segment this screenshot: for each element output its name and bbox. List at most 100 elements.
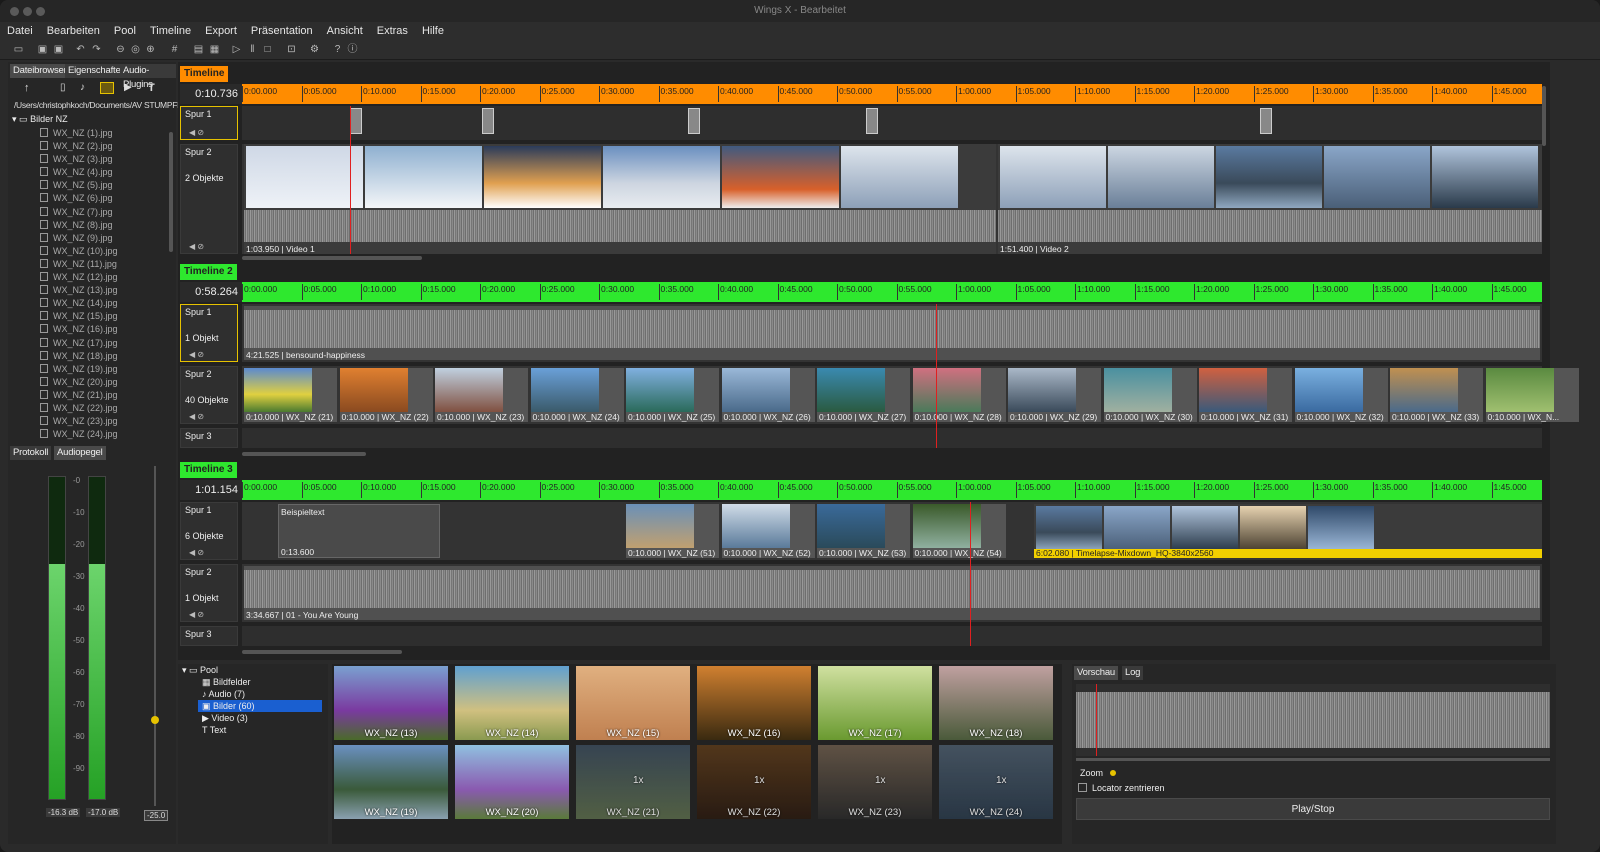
- menu-pool[interactable]: Pool: [107, 22, 143, 40]
- pool-thumbnail[interactable]: WX_NZ (15): [576, 666, 690, 740]
- file-row[interactable]: WX_NZ (21).jpg: [40, 389, 198, 402]
- timeline-2-ruler[interactable]: 0:00.000 0:05.000 0:10.000 0:15.000 0:20.000…: [242, 282, 1542, 302]
- pool-root[interactable]: ▾ ▭ Pool: [178, 664, 328, 676]
- image-clip[interactable]: 0:10.000 | WX_NZ (23): [435, 368, 528, 422]
- tab-vorschau[interactable]: Vorschau: [1074, 666, 1119, 680]
- t2-track-1-header[interactable]: Spur 1 1 Objekt ◀ ⊘: [180, 304, 238, 362]
- pause-marker-icon[interactable]: [482, 108, 494, 134]
- file-list-scrollbar[interactable]: [169, 132, 173, 252]
- stop-frame-icon[interactable]: ▦: [208, 43, 221, 56]
- file-row[interactable]: WX_NZ (5).jpg: [40, 179, 198, 192]
- redo-icon[interactable]: ↷: [90, 43, 103, 56]
- file-row[interactable]: WX_NZ (1).jpg: [40, 127, 198, 140]
- tab-protokoll[interactable]: Protokoll: [10, 446, 52, 460]
- file-row[interactable]: WX_NZ (14).jpg: [40, 297, 198, 310]
- t2-track-2-lane[interactable]: 0:10.000 | WX_NZ (21) 0:10.000 | WX_NZ (2…: [242, 366, 1579, 424]
- file-row[interactable]: WX_NZ (7).jpg: [40, 206, 198, 219]
- settings-icon[interactable]: ⚙: [308, 43, 321, 56]
- file-row[interactable]: WX_NZ (4).jpg: [40, 166, 198, 179]
- mute-icon[interactable]: ◀ ⊘: [189, 610, 204, 619]
- file-row[interactable]: WX_NZ (22).jpg: [40, 402, 198, 415]
- image-clip[interactable]: 0:10.000 | WX_NZ (21): [244, 368, 337, 422]
- file-row[interactable]: WX_NZ (17).jpg: [40, 337, 198, 350]
- tab-dateibrowser[interactable]: Dateibrowser: [10, 64, 70, 78]
- main-scrollbar[interactable]: [1542, 86, 1546, 146]
- video-filter-icon[interactable]: ▶: [124, 82, 132, 93]
- menu-timeline[interactable]: Timeline: [143, 22, 198, 40]
- pool-thumbnail[interactable]: 1x WX_NZ (21): [576, 745, 690, 819]
- menu-bearbeiten[interactable]: Bearbeiten: [40, 22, 107, 40]
- close-icon[interactable]: [10, 7, 19, 16]
- t3-track-3-header[interactable]: Spur 3: [180, 626, 238, 646]
- t2-track-3-header[interactable]: Spur 3: [180, 428, 238, 448]
- text-filter-icon[interactable]: T: [148, 82, 155, 94]
- file-row[interactable]: WX_NZ (3).jpg: [40, 153, 198, 166]
- image-clip[interactable]: 0:10.000 | WX_NZ (52): [721, 504, 815, 558]
- locator-center-checkbox[interactable]: [1078, 783, 1087, 792]
- t1-track-2-header[interactable]: Spur 2 2 Objekte ◀ ⊘: [180, 144, 238, 254]
- t1-track-1-lane[interactable]: [242, 106, 1542, 140]
- file-row[interactable]: WX_NZ (11).jpg: [40, 258, 198, 271]
- file-row[interactable]: WX_NZ (13).jpg: [40, 284, 198, 297]
- play-icon[interactable]: ▷: [230, 43, 243, 56]
- pool-item[interactable]: ▶ Video (3): [178, 712, 328, 724]
- pool-thumbnail[interactable]: WX_NZ (16): [697, 666, 811, 740]
- playhead[interactable]: [970, 502, 971, 646]
- save-all-icon[interactable]: ▣: [52, 43, 65, 56]
- mute-icon[interactable]: ◀ ⊘: [189, 128, 204, 137]
- timeline-1-tab[interactable]: Timeline: [180, 66, 229, 82]
- menu-ansicht[interactable]: Ansicht: [320, 22, 370, 40]
- image-clip[interactable]: 0:10.000 | WX_NZ (53): [817, 504, 910, 558]
- save-icon[interactable]: ▣: [36, 43, 49, 56]
- t2-track-3-lane[interactable]: [242, 428, 1542, 448]
- playhead[interactable]: [350, 106, 351, 254]
- play-stop-button[interactable]: Play/Stop: [1076, 798, 1550, 820]
- preview-scrollbar[interactable]: [1076, 758, 1550, 761]
- preview-locator[interactable]: [1096, 684, 1097, 756]
- timeline-3-tab[interactable]: Timeline 3: [180, 462, 237, 478]
- audio-clip[interactable]: 4:21.525 | bensound-happiness: [244, 306, 1540, 360]
- image-clip[interactable]: 0:10.000 | WX_N...: [1485, 368, 1579, 422]
- tab-audio-plugins[interactable]: Audio-Plugins: [120, 64, 176, 90]
- menu-export[interactable]: Export: [198, 22, 244, 40]
- image-clip[interactable]: 0:10.000 | WX_NZ (54): [912, 504, 1006, 558]
- pool-thumbnail[interactable]: 1x WX_NZ (24): [939, 745, 1053, 819]
- image-clip[interactable]: 0:10.000 | WX_NZ (51): [626, 504, 719, 558]
- image-clip[interactable]: 0:10.000 | WX_NZ (22): [339, 368, 433, 422]
- pool-thumbnail[interactable]: WX_NZ (17): [818, 666, 932, 740]
- t2-track-1-lane[interactable]: 4:21.525 | bensound-happiness: [242, 304, 1542, 362]
- timeline-1-ruler[interactable]: 0:00.000 0:05.000 0:10.000 0:15.000 0:20.000…: [242, 84, 1542, 104]
- minimize-icon[interactable]: [23, 7, 32, 16]
- file-row[interactable]: WX_NZ (20).jpg: [40, 376, 198, 389]
- image-clip[interactable]: 0:10.000 | WX_NZ (30): [1103, 368, 1197, 422]
- timeline-1-scrollbar[interactable]: [242, 256, 422, 260]
- t1-track-2-lane[interactable]: 1:03.950 | Video 1 1:51.400 | Video 2: [242, 144, 1542, 254]
- file-row[interactable]: WX_NZ (15).jpg: [40, 310, 198, 323]
- mute-icon[interactable]: ◀ ⊘: [189, 548, 204, 557]
- pool-item[interactable]: ▦ Bildfelder: [178, 676, 328, 688]
- file-row[interactable]: WX_NZ (23).jpg: [40, 415, 198, 428]
- master-level-value[interactable]: -25.0: [144, 810, 169, 821]
- video-clip[interactable]: 1:51.400 | Video 2: [998, 144, 1542, 254]
- image-clip[interactable]: 0:10.000 | WX_NZ (26): [721, 368, 815, 422]
- timeline-2-tab[interactable]: Timeline 2: [180, 264, 237, 280]
- image-clip[interactable]: 0:10.000 | WX_NZ (33): [1390, 368, 1483, 422]
- jump-marker-icon[interactable]: [866, 108, 878, 134]
- stop-icon[interactable]: □: [261, 43, 274, 56]
- image-clip[interactable]: 0:10.000 | WX_NZ (29): [1008, 368, 1101, 422]
- playhead[interactable]: [936, 304, 937, 448]
- undo-icon[interactable]: ↶: [74, 43, 87, 56]
- image-clip[interactable]: 0:10.000 | WX_NZ (25): [626, 368, 719, 422]
- mute-icon[interactable]: ◀ ⊘: [189, 242, 204, 251]
- mute-icon[interactable]: ◀ ⊘: [189, 350, 204, 359]
- zoom-slider-handle[interactable]: [1110, 770, 1116, 776]
- t3-track-1-lane[interactable]: Beispieltext 0:13.600 0:10.000 | WX_NZ (…: [242, 502, 1542, 560]
- menu-datei[interactable]: Datei: [0, 22, 40, 40]
- zoom-in-icon[interactable]: ⊕: [144, 43, 157, 56]
- pool-thumbnail[interactable]: WX_NZ (18): [939, 666, 1053, 740]
- pool-thumbnail[interactable]: 1x WX_NZ (23): [818, 745, 932, 819]
- zoom-out-icon[interactable]: ⊖: [114, 43, 127, 56]
- file-row[interactable]: WX_NZ (24).jpg: [40, 428, 198, 441]
- t3-track-1-header[interactable]: Spur 1 6 Objekte ◀ ⊘: [180, 502, 238, 560]
- file-row[interactable]: WX_NZ (10).jpg: [40, 245, 198, 258]
